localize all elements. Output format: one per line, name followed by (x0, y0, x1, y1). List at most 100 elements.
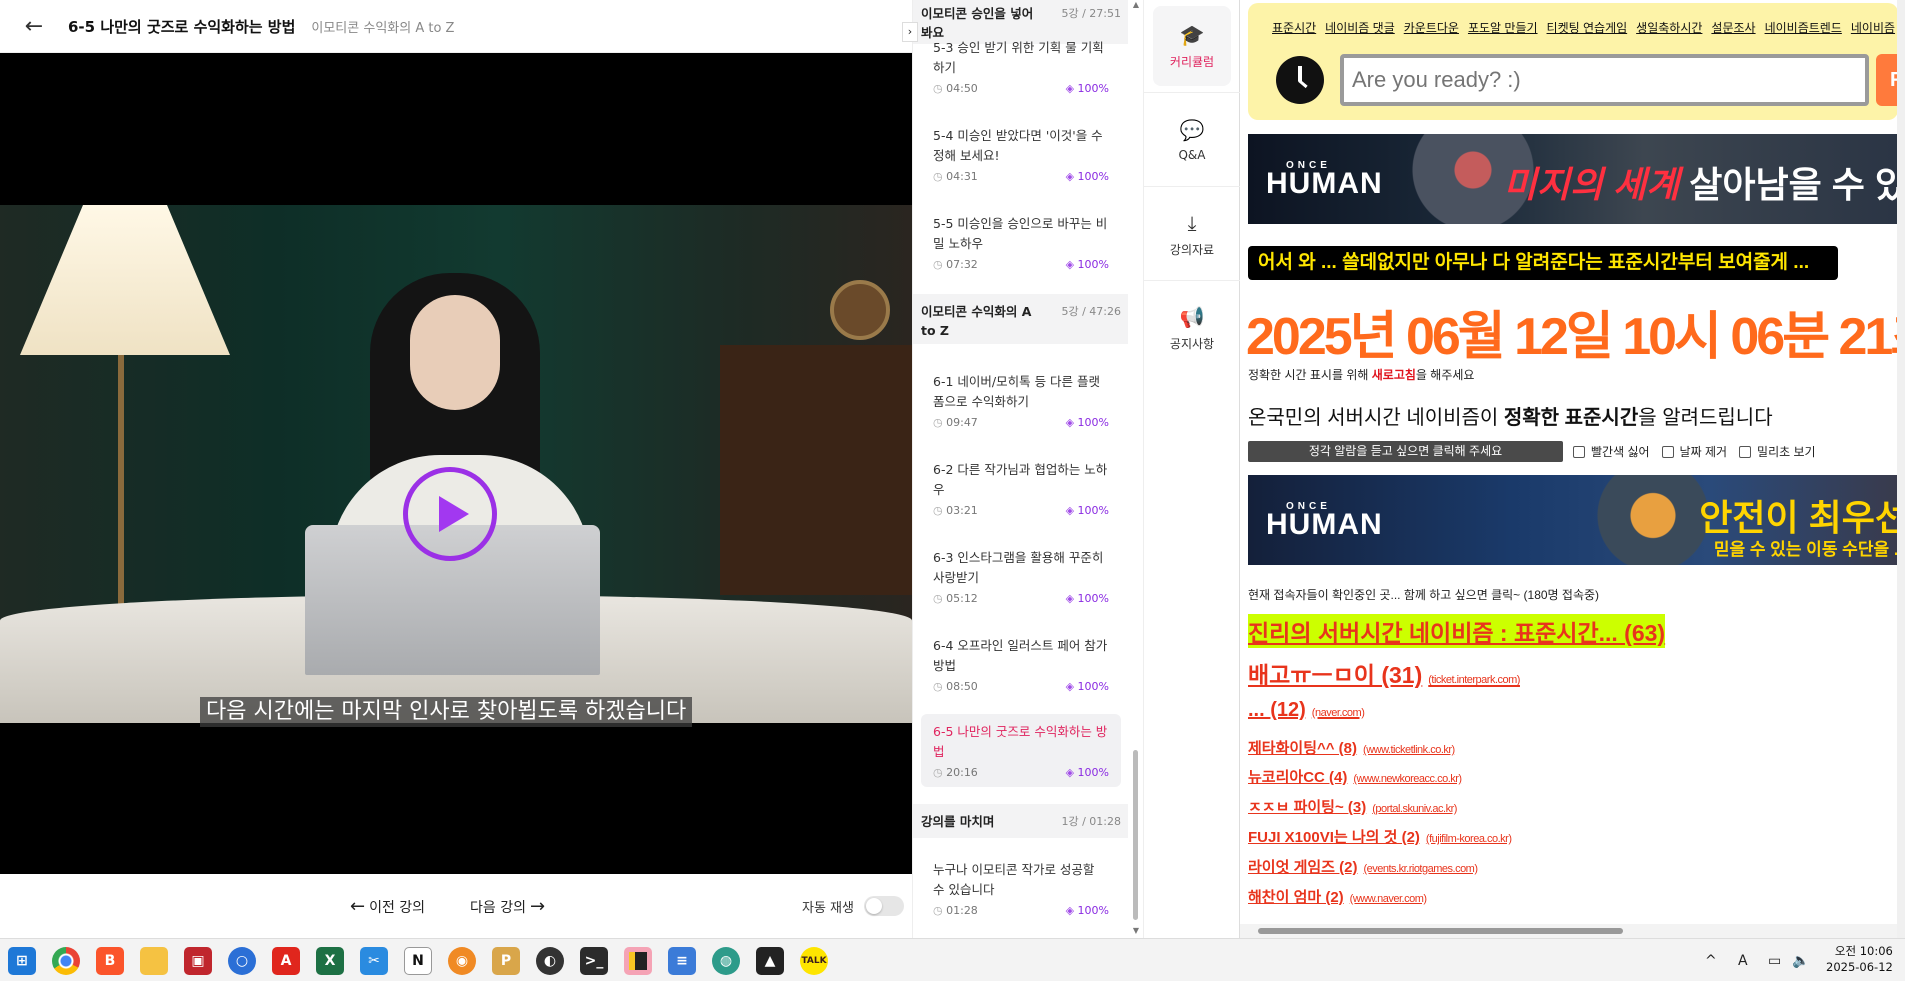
chrome-icon[interactable] (52, 947, 80, 975)
checkbox[interactable] (1573, 446, 1585, 458)
lecture-item[interactable]: 5-3 승인 받기 위한 기획 물 기획하기 04:50 100% (921, 30, 1121, 103)
hourly-alarm-button[interactable]: 정각 알람을 듣고 싶으면 클릭해 주세요 (1248, 441, 1563, 462)
link-navism[interactable]: 네이비즘 (1851, 19, 1895, 36)
ranking-item[interactable]: 라이엇 게임즈 (2) (events.kr.riotgames.com) (1248, 856, 1478, 877)
lecture-item[interactable]: 6-1 네이버/모히톡 등 다른 플랫폼으로 수익화하기 09:47 100% (921, 364, 1121, 437)
lecture-item[interactable]: 6-2 다른 작가님과 협업하는 노하우 03:21 100% (921, 452, 1121, 525)
qa-tab-label: Q&A (1178, 148, 1206, 162)
link-birthday[interactable]: 생일축하시간 (1636, 19, 1702, 36)
page-horizontal-scrollbar[interactable] (1240, 924, 1897, 938)
course-name: 이모티콘 수익화의 A to Z (311, 20, 455, 36)
lecture-page: ← 6-5 나만의 굿즈로 수익화하는 방법 이모티콘 수익화의 A to Z … (0, 0, 1241, 938)
brave-icon[interactable]: B (96, 947, 124, 975)
lecture-item[interactable]: 6-3 인스타그램을 활용해 꾸준히 사랑받기 05:12 100% (921, 540, 1121, 613)
materials-tab[interactable]: ⤓ 강의자료 (1153, 194, 1231, 274)
ranking-item[interactable]: 해찬이 엄마 (2) (www.naver.com) (1248, 886, 1427, 907)
link-grape[interactable]: 포도알 만들기 (1468, 19, 1538, 36)
curriculum-tab[interactable]: 🎓 커리큘럼 (1153, 6, 1231, 86)
notepad-icon[interactable]: ≡ (668, 947, 696, 975)
red-app-icon[interactable]: ▣ (184, 947, 212, 975)
chat-bubble-icon: 💬 (1179, 118, 1205, 142)
tray-overflow-icon[interactable]: ^ (1705, 939, 1717, 981)
windows-start-icon[interactable]: ⊞ (8, 947, 36, 975)
autoplay-toggle[interactable] (863, 896, 904, 916)
notice-tab[interactable]: 📢 공지사항 (1153, 288, 1231, 368)
lecture-progress: 100% (1066, 504, 1109, 517)
option-hide-date[interactable]: 날짜 제거 (1661, 443, 1727, 460)
headphones-app-icon[interactable]: ◐ (536, 947, 564, 975)
browser-app-icon[interactable]: ○ (228, 947, 256, 975)
network-icon[interactable]: ▭ (1768, 939, 1781, 981)
link-ticketing-game[interactable]: 티켓팅 연습게임 (1547, 19, 1628, 36)
ranking-item[interactable]: 진리의 서버시간 네이비즘 : 표준시간... (63) (1248, 614, 1666, 648)
globe-app-icon[interactable]: ◍ (712, 947, 740, 975)
checkbox[interactable] (1739, 446, 1752, 458)
taskbar-clock[interactable]: 오전 10:06 2025-06-12 (1826, 943, 1893, 975)
scroll-up-icon[interactable]: ▲ (1131, 0, 1141, 9)
kakaotalk-icon[interactable]: TALK (800, 947, 828, 975)
checkbox[interactable] (1661, 446, 1674, 458)
excel-icon[interactable]: X (316, 947, 344, 975)
video-player[interactable]: 다음 시간에는 마지막 인사로 찾아뵙도록 하겠습니다 (0, 53, 912, 874)
ranking-item[interactable]: FUJI X100VI는 나의 것 (2) (fujifilm-korea.co.… (1248, 826, 1512, 847)
scroll-down-icon[interactable]: ▼ (1131, 926, 1141, 935)
page-vertical-scrollbar[interactable] (1897, 0, 1905, 938)
file-explorer-icon[interactable] (140, 947, 168, 975)
input-language-indicator[interactable]: A (1738, 939, 1748, 981)
site-url-input[interactable] (1340, 54, 1869, 106)
refresh-link[interactable]: 새로고침 (1372, 368, 1416, 382)
section-header[interactable]: 강의를 마치며 1강 / 01:28 (913, 804, 1128, 838)
ad-banner[interactable]: ONCE HUMAN 미지의 세계 살아남을 수 있 (1248, 134, 1905, 224)
display-options: 빨간색 싫어 날짜 제거 밀리초 보기 (1573, 443, 1816, 460)
curriculum-list: 이모티콘 승인을 넣어봐요 5강 / 27:51 5-3 승인 받기 위한 기획… (912, 0, 1128, 938)
lecture-progress: 100% (1066, 766, 1109, 779)
lecture-item[interactable]: 누구나 이모티콘 작가로 성공할 수 있습니다 01:28 100% (921, 852, 1121, 925)
intro-notice: 어서 와 ... 쓸데없지만 아무나 다 알려준다는 표준시간부터 보여줄게 .… (1248, 246, 1838, 280)
ranking-item[interactable]: 뉴코리아CC (4) (www.newkoreacc.co.kr) (1248, 766, 1462, 787)
live-users-note: 현재 접속자들이 확인중인 곳... 함께 하고 싶으면 클릭~ (180명 접… (1248, 588, 1600, 602)
antique-clock (830, 280, 890, 340)
ranking-item[interactable]: 제타화이팅^^ (8) (www.ticketlink.co.kr) (1248, 737, 1455, 758)
ad-banner-2[interactable]: ONCE HUMAN 안전이 최우선 믿을 수 있는 이동 수단을 ... (1248, 475, 1905, 565)
lecture-item[interactable]: 6-4 오프라인 일러스트 페어 참가 방법 08:50 100% (921, 628, 1121, 701)
pdf-tool-icon[interactable]: P (492, 947, 520, 975)
back-button[interactable]: ← (0, 0, 68, 53)
qa-tab[interactable]: 💬 Q&A (1153, 100, 1231, 180)
link-countdown[interactable]: 카운트다운 (1404, 19, 1459, 36)
next-lecture-button[interactable]: 다음 강의 → (470, 896, 549, 917)
play-button[interactable] (403, 467, 497, 561)
option-no-red[interactable]: 빨간색 싫어 (1573, 443, 1650, 460)
link-comments[interactable]: 네이비즘 댓글 (1325, 19, 1395, 36)
volume-icon[interactable]: 🔈 (1792, 939, 1809, 981)
photo-app-icon[interactable]: ▲ (756, 947, 784, 975)
blender-icon[interactable]: ◉ (448, 947, 476, 975)
lecture-item-title: 5-4 미승인 받았다면 '이것'을 수정해 보세요! (933, 128, 1103, 163)
banner-text: 안전이 최우선 (1699, 497, 1905, 538)
acrobat-icon[interactable]: A (272, 947, 300, 975)
ranking-item[interactable]: ... (12) (naver.com) (1248, 699, 1365, 722)
autoplay-control: 자동 재생 (802, 896, 904, 916)
collapse-panel-button[interactable]: › (902, 22, 918, 42)
snipping-tool-icon[interactable]: ✂ (360, 947, 388, 975)
section-header[interactable]: 이모티콘 수익화의 A to Z 5강 / 47:26 (913, 294, 1128, 344)
link-survey[interactable]: 설문조사 (1711, 19, 1755, 36)
ranking-item[interactable]: 배고ㅠㅡㅁ이 (31) (ticket.interpark.com) (1248, 656, 1520, 690)
ranking-item[interactable]: ㅈㅈㅂ 파이팅~ (3) (portal.skuniv.ac.kr) (1248, 796, 1457, 817)
lecture-item[interactable]: 5-4 미승인 받았다면 '이것'을 수정해 보세요! 04:31 100% (921, 118, 1121, 191)
divider (1144, 92, 1241, 93)
lecture-item-current[interactable]: 6-5 나만의 굿즈로 수익화하는 방법 20:16 100% (921, 714, 1121, 787)
prev-lecture-button[interactable]: ← 이전 강의 (346, 896, 425, 917)
terminal-icon[interactable]: >_ (580, 947, 608, 975)
scrollbar-thumb[interactable] (1133, 750, 1138, 920)
option-show-ms[interactable]: 밀리초 보기 (1739, 443, 1816, 460)
curriculum-tab-label: 커리큘럼 (1169, 54, 1215, 69)
scrollbar-thumb[interactable] (1258, 928, 1623, 934)
lecture-item[interactable]: 5-5 미승인을 승인으로 바꾸는 비밀 노하우 07:32 100% (921, 206, 1121, 279)
sticky-notes-icon[interactable] (624, 947, 652, 975)
curriculum-scrollbar[interactable]: ▲ ▼ (1131, 0, 1141, 938)
toggle-knob (865, 898, 882, 914)
link-trend[interactable]: 네이비즘트렌드 (1765, 19, 1842, 36)
link-standard-time[interactable]: 표준시간 (1272, 19, 1316, 36)
notion-icon[interactable]: N (404, 947, 432, 975)
lecture-item-title: 6-5 나만의 굿즈로 수익화하는 방법 (933, 724, 1108, 759)
